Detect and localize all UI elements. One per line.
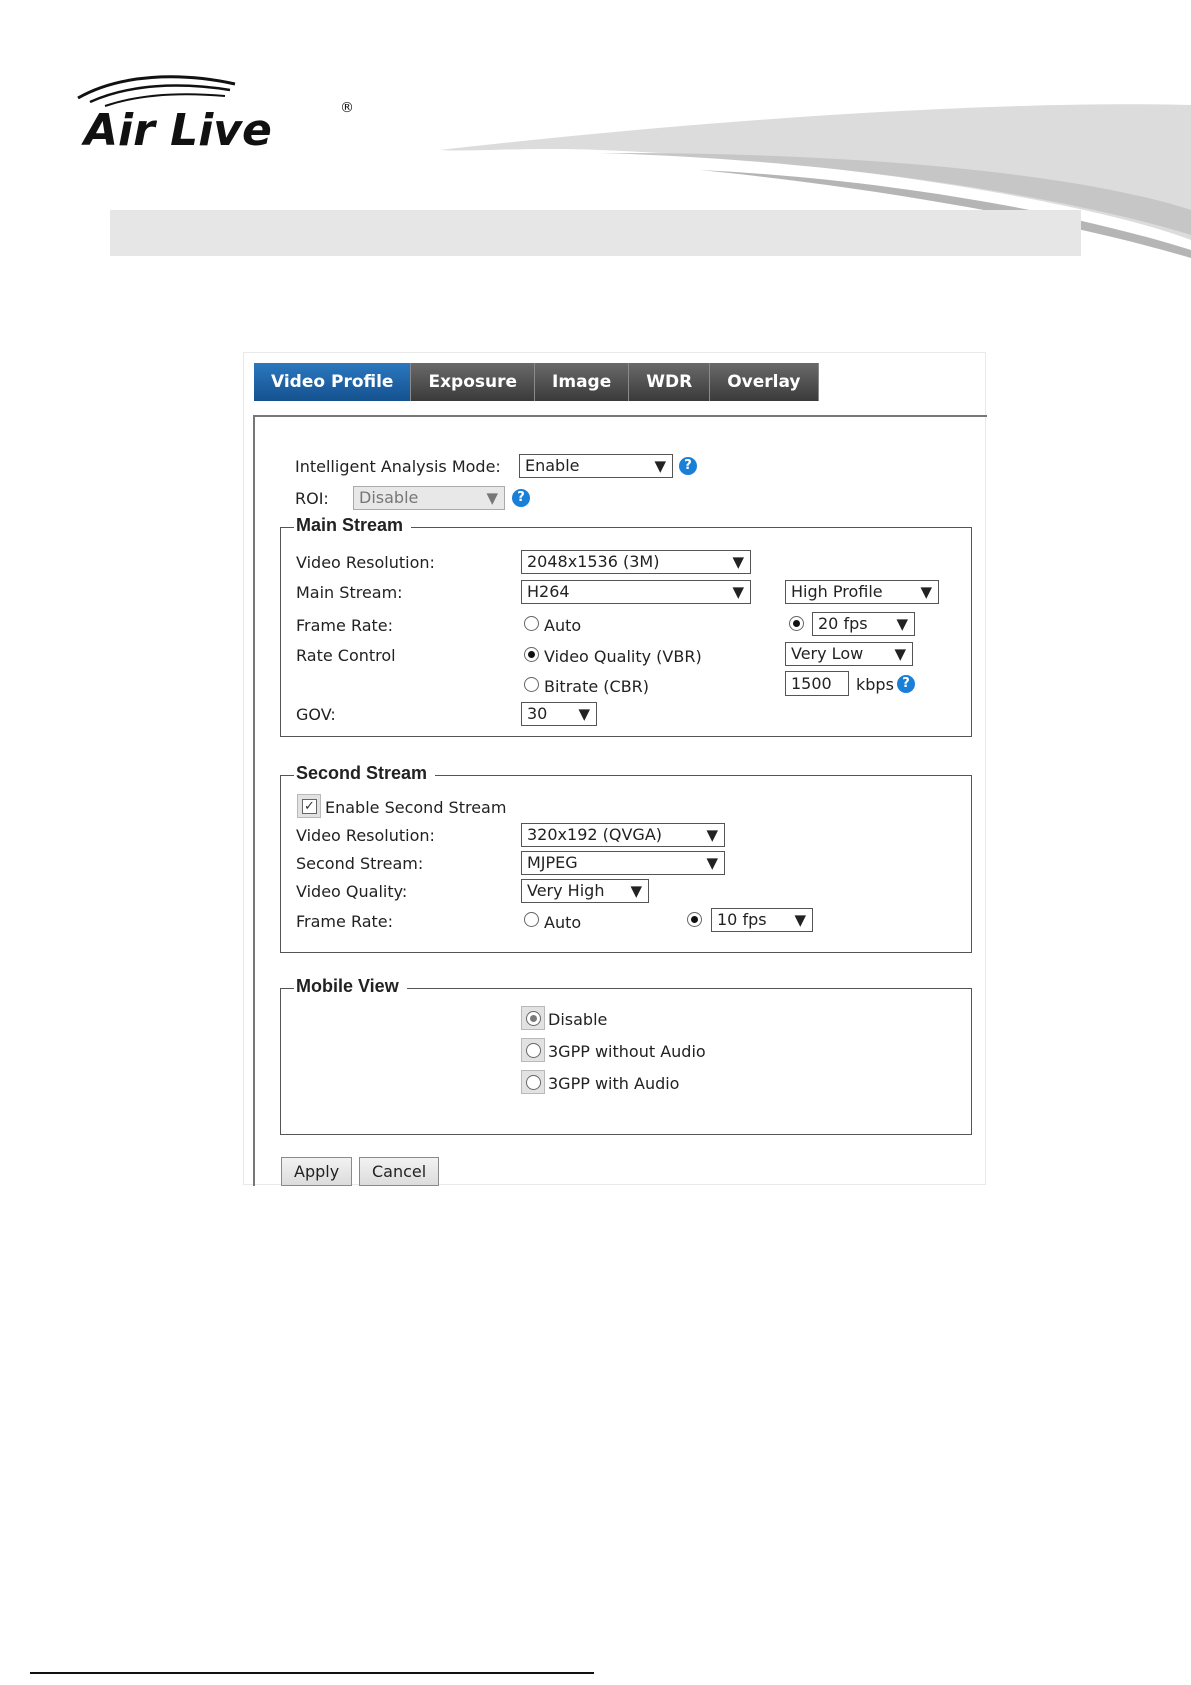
chevron-down-icon: ▼ <box>896 615 908 633</box>
second-video-resolution-select[interactable]: 320x192 (QVGA) ▼ <box>521 823 725 847</box>
cancel-button[interactable]: Cancel <box>359 1157 440 1186</box>
chevron-down-icon: ▼ <box>486 489 498 507</box>
second-stream-section: Second Stream ✓ Enable Second Stream Vid… <box>280 763 972 953</box>
vbr-radio[interactable] <box>524 647 539 662</box>
enable-second-stream-checkbox[interactable]: ✓ <box>297 794 321 818</box>
chevron-down-icon: ▼ <box>706 826 718 844</box>
rate-control-label: Rate Control <box>296 646 396 665</box>
frame-rate-select[interactable]: 20 fps ▼ <box>812 612 915 636</box>
cbr-label: Bitrate (CBR) <box>544 677 650 696</box>
chevron-down-icon: ▼ <box>920 583 932 601</box>
chevron-down-icon: ▼ <box>732 583 744 601</box>
profile-select[interactable]: High Profile ▼ <box>785 580 939 604</box>
video-quality-label: Video Quality: <box>296 882 408 901</box>
tab-bar: Video Profile Exposure Image WDR Overlay <box>254 363 819 401</box>
radio-dot <box>526 1075 541 1090</box>
intelligent-analysis-select[interactable]: Enable ▼ <box>519 454 673 478</box>
vbr-label: Video Quality (VBR) <box>544 647 702 666</box>
mobile-option-label: Disable <box>548 1010 608 1029</box>
second-frame-rate-label: Frame Rate: <box>296 912 394 931</box>
tab-exposure[interactable]: Exposure <box>411 363 536 401</box>
bitrate-input[interactable]: 1500 <box>785 671 849 696</box>
frame-rate-auto-radio[interactable] <box>524 616 539 631</box>
main-stream-label: Main Stream: <box>296 583 403 602</box>
mobile-disable-radio[interactable] <box>521 1006 545 1030</box>
main-stream-section: Main Stream Video Resolution: 2048x1536 … <box>280 515 972 737</box>
second-video-quality-select[interactable]: Very High ▼ <box>521 879 649 903</box>
footer-divider <box>30 1672 594 1674</box>
tab-wdr[interactable]: WDR <box>629 363 711 401</box>
airlive-logo: Air Live ® <box>77 75 354 156</box>
second-frame-rate-auto-label: Auto <box>544 913 582 932</box>
mobile-3gpp-no-audio-radio[interactable] <box>521 1038 545 1062</box>
gov-select[interactable]: 30 ▼ <box>521 702 597 726</box>
chevron-down-icon: ▼ <box>706 854 718 872</box>
mobile-view-legend: Mobile View <box>294 976 407 997</box>
mobile-3gpp-audio-radio[interactable] <box>521 1070 545 1094</box>
second-frame-rate-select[interactable]: 10 fps ▼ <box>711 908 813 932</box>
second-frame-rate-manual-radio[interactable] <box>687 912 702 927</box>
tab-video-profile[interactable]: Video Profile <box>254 363 412 401</box>
gov-label: GOV: <box>296 705 336 724</box>
chevron-down-icon: ▼ <box>794 911 806 929</box>
chevron-down-icon: ▼ <box>654 457 666 475</box>
chevron-down-icon: ▼ <box>630 882 642 900</box>
chevron-down-icon: ▼ <box>894 645 906 663</box>
help-icon[interactable]: ? <box>679 457 697 475</box>
radio-dot <box>526 1043 541 1058</box>
svg-text:®: ® <box>340 100 354 116</box>
frame-rate-manual-radio[interactable] <box>789 616 804 631</box>
logo-text: Air Live <box>81 105 272 156</box>
mobile-option-label: 3GPP without Audio <box>548 1042 706 1061</box>
tab-content: Intelligent Analysis Mode: Enable ▼ ? ROI… <box>253 415 987 1186</box>
help-icon[interactable]: ? <box>897 675 915 693</box>
roi-label: ROI: <box>295 489 329 508</box>
chevron-down-icon: ▼ <box>732 553 744 571</box>
video-quality-select[interactable]: Very Low ▼ <box>785 642 913 666</box>
second-stream-legend: Second Stream <box>294 763 436 784</box>
roi-select: Disable ▼ <box>353 486 505 510</box>
frame-rate-label: Frame Rate: <box>296 616 394 635</box>
second-stream-label: Second Stream: <box>296 854 424 873</box>
header-bar <box>110 210 1081 256</box>
main-stream-codec-select[interactable]: H264 ▼ <box>521 580 751 604</box>
video-resolution-label: Video Resolution: <box>296 553 435 572</box>
frame-rate-auto-label: Auto <box>544 616 582 635</box>
help-icon[interactable]: ? <box>512 489 530 507</box>
mobile-view-section: Mobile View Disable 3GPP without Audio 3… <box>280 976 972 1135</box>
apply-button[interactable]: Apply <box>281 1157 353 1186</box>
main-video-resolution-select[interactable]: 2048x1536 (3M) ▼ <box>521 550 751 574</box>
bitrate-unit: kbps <box>856 675 894 694</box>
video-settings-panel: Video Profile Exposure Image WDR Overlay… <box>243 352 987 1186</box>
tab-overlay[interactable]: Overlay <box>710 363 819 401</box>
intelligent-analysis-label: Intelligent Analysis Mode: <box>295 457 501 476</box>
second-stream-codec-select[interactable]: MJPEG ▼ <box>521 851 725 875</box>
radio-dot <box>526 1011 541 1026</box>
cbr-radio[interactable] <box>524 677 539 692</box>
chevron-down-icon: ▼ <box>578 705 590 723</box>
second-video-resolution-label: Video Resolution: <box>296 826 435 845</box>
main-stream-legend: Main Stream <box>294 515 412 536</box>
second-frame-rate-auto-radio[interactable] <box>524 912 539 927</box>
mobile-option-label: 3GPP with Audio <box>548 1074 680 1093</box>
tab-image[interactable]: Image <box>535 363 630 401</box>
check-icon: ✓ <box>302 799 317 814</box>
enable-second-stream-label: Enable Second Stream <box>325 798 507 817</box>
